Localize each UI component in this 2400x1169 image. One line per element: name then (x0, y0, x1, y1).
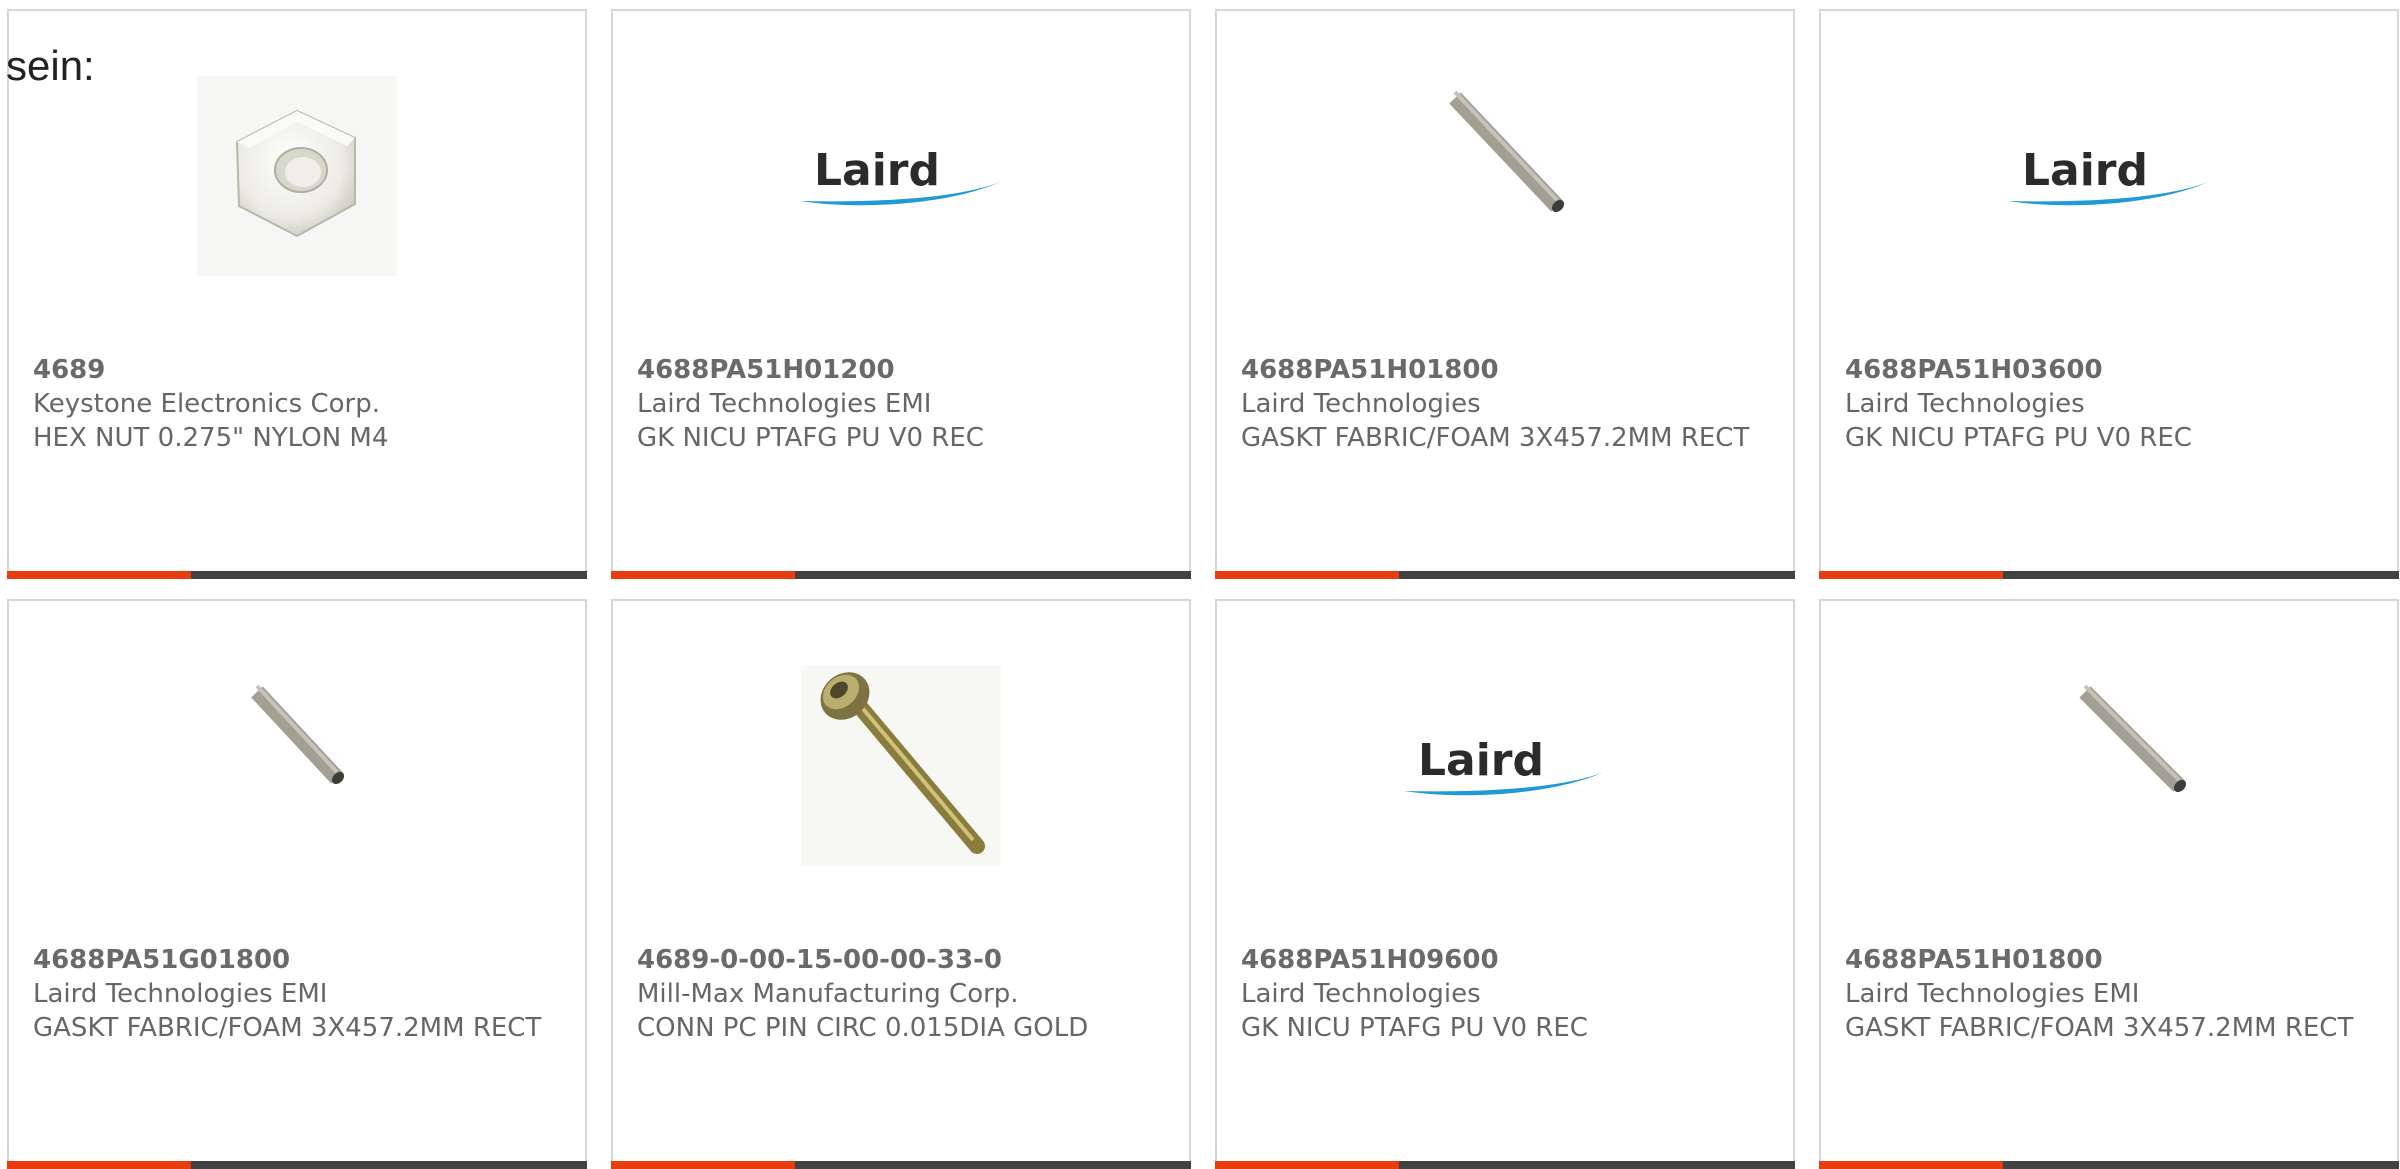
product-card[interactable]: Laird 4688PA51H01200 Laird Technologies … (611, 9, 1191, 579)
manufacturer-name: Laird Technologies (1845, 389, 2085, 419)
card-accent-bar (1215, 571, 1399, 579)
product-card[interactable]: Laird 4688PA51H09600 Laird Technologies … (1215, 599, 1795, 1169)
product-card[interactable]: 4688PA51H01800 Laird Technologies EMI GA… (1819, 599, 2399, 1169)
card-accent-bar (7, 571, 191, 579)
part-number[interactable]: 4688PA51G01800 (33, 943, 553, 977)
manufacturer-name: Laird Technologies EMI (637, 389, 932, 419)
manufacturer-name: Laird Technologies (1241, 979, 1481, 1009)
card-bottom-bar (1819, 571, 2399, 579)
gasket-strip-image (2079, 684, 2187, 793)
product-image[interactable] (1217, 71, 1793, 281)
card-accent-bar (611, 571, 795, 579)
card-bottom-bar (7, 571, 587, 579)
card-accent-bar (611, 1161, 795, 1169)
gasket-strip-image (251, 684, 345, 785)
product-image[interactable] (9, 71, 585, 281)
card-bottom-bar (611, 571, 1191, 579)
product-image[interactable]: Laird (613, 71, 1189, 281)
manufacturer-name: Laird Technologies EMI (33, 979, 328, 1009)
card-accent-bar (7, 1161, 191, 1169)
product-card[interactable]: 4688PA51G01800 Laird Technologies EMI GA… (7, 599, 587, 1169)
laird-logo: Laird (1404, 735, 1606, 796)
card-accent-bar (1819, 1161, 2003, 1169)
product-card[interactable]: Laird 4688PA51H03600 Laird Technologies … (1819, 9, 2399, 579)
hex-nut-image (197, 76, 397, 276)
part-number[interactable]: 4688PA51H09600 (1241, 943, 1761, 977)
laird-logo: Laird (2008, 145, 2210, 206)
logo-text: Laird (814, 145, 940, 196)
manufacturer-name: Mill-Max Manufacturing Corp. (637, 979, 1019, 1009)
product-image[interactable]: Laird (1217, 661, 1793, 871)
part-number[interactable]: 4689 (33, 353, 553, 387)
card-bottom-bar (1819, 1161, 2399, 1169)
product-description: HEX NUT 0.275" NYLON M4 (33, 423, 389, 453)
product-description: GK NICU PTAFG PU V0 REC (637, 423, 984, 453)
product-card[interactable]: 4688PA51H01800 Laird Technologies GASKT … (1215, 9, 1795, 579)
card-bottom-bar (1215, 1161, 1795, 1169)
product-card[interactable]: 4689-0-00-15-00-00-33-0 Mill-Max Manufac… (611, 599, 1191, 1169)
product-description: GK NICU PTAFG PU V0 REC (1241, 1013, 1588, 1043)
card-bottom-bar (1215, 571, 1795, 579)
manufacturer-name: Keystone Electronics Corp. (33, 389, 381, 419)
part-number[interactable]: 4688PA51H03600 (1845, 353, 2365, 387)
product-description: GASKT FABRIC/FOAM 3X457.2MM RECT (1845, 1013, 2354, 1043)
part-number[interactable]: 4688PA51H01800 (1241, 353, 1761, 387)
logo-text: Laird (1418, 735, 1544, 786)
part-number[interactable]: 4688PA51H01800 (1845, 943, 2365, 977)
card-accent-bar (1819, 571, 2003, 579)
product-description: CONN PC PIN CIRC 0.015DIA GOLD (637, 1013, 1089, 1043)
laird-logo: Laird (800, 145, 1002, 206)
product-image[interactable] (1821, 661, 2397, 871)
card-accent-bar (1215, 1161, 1399, 1169)
product-description: GASKT FABRIC/FOAM 3X457.2MM RECT (1241, 423, 1750, 453)
part-number[interactable]: 4688PA51H01200 (637, 353, 1157, 387)
manufacturer-name: Laird Technologies (1241, 389, 1481, 419)
logo-text: Laird (2022, 145, 2148, 196)
product-image[interactable] (9, 661, 585, 871)
product-description: GK NICU PTAFG PU V0 REC (1845, 423, 2192, 453)
gasket-strip-image (1449, 90, 1565, 213)
pin-image (801, 666, 1001, 866)
card-bottom-bar (7, 1161, 587, 1169)
part-number[interactable]: 4689-0-00-15-00-00-33-0 (637, 943, 1157, 977)
manufacturer-name: Laird Technologies EMI (1845, 979, 2140, 1009)
product-image[interactable] (613, 661, 1189, 871)
product-description: GASKT FABRIC/FOAM 3X457.2MM RECT (33, 1013, 542, 1043)
card-bottom-bar (611, 1161, 1191, 1169)
product-image[interactable]: Laird (1821, 71, 2397, 281)
intro-text: sein: (6, 42, 95, 89)
